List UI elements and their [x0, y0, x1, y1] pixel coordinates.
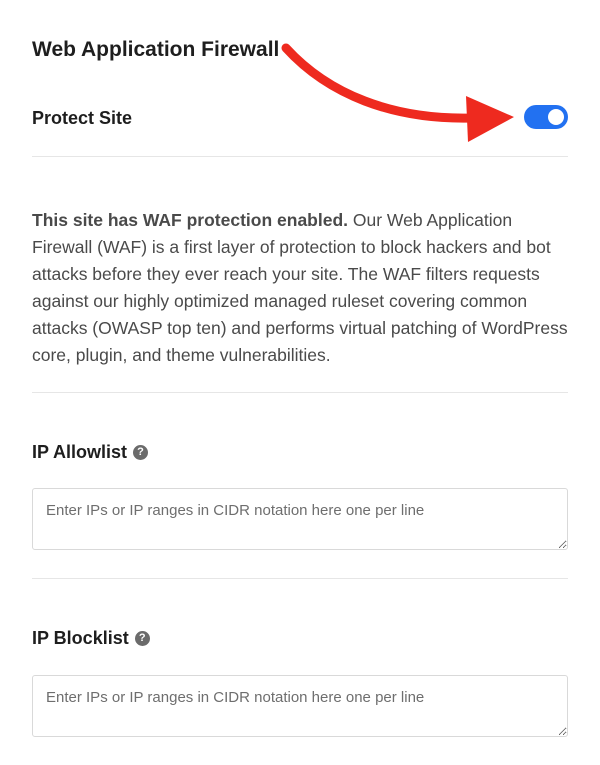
question-circle-icon[interactable]: ? [133, 445, 149, 460]
toggle-knob [548, 109, 564, 125]
protect-site-label: Protect Site [32, 108, 133, 128]
waf-description: This site has WAF protection enabled. Ou… [32, 207, 568, 369]
ip-allowlist-label: IP Allowlist ? [32, 442, 149, 463]
protect-site-toggle[interactable] [524, 105, 568, 129]
divider [32, 578, 568, 579]
ip-blocklist-label-text: IP Blocklist [32, 628, 129, 648]
ip-blocklist-input[interactable] [32, 675, 568, 737]
protect-site-row: Protect Site [32, 104, 568, 134]
question-circle-icon[interactable]: ? [134, 631, 150, 646]
ip-allowlist-label-text: IP Allowlist [32, 442, 128, 462]
section-title: Web Application Firewall [32, 38, 280, 61]
divider [32, 156, 568, 157]
divider [32, 392, 568, 393]
ip-allowlist-input[interactable] [32, 488, 568, 550]
waf-status-text: This site has WAF protection enabled. [32, 210, 349, 230]
waf-description-text: Our Web Application Firewall (WAF) is a … [32, 210, 568, 365]
ip-blocklist-label: IP Blocklist ? [32, 628, 150, 649]
